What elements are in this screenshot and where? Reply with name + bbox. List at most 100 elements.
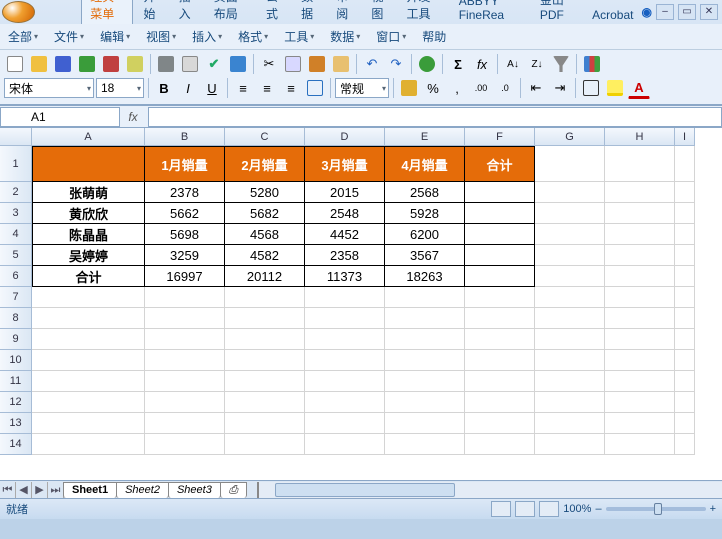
help-icon[interactable]: ◉ bbox=[642, 5, 652, 19]
ribbon-tab[interactable]: 开始 bbox=[135, 0, 168, 24]
sheet-tab[interactable]: Sheet2 bbox=[116, 482, 169, 498]
new-icon[interactable] bbox=[4, 53, 26, 75]
cell[interactable]: 2月销量 bbox=[225, 146, 305, 182]
filter-icon[interactable] bbox=[550, 53, 572, 75]
row-header[interactable]: 2 bbox=[0, 182, 32, 203]
horizontal-scrollbar[interactable] bbox=[257, 482, 722, 498]
cell[interactable] bbox=[605, 266, 675, 287]
cell[interactable] bbox=[305, 308, 385, 329]
sheet-nav-next[interactable]: ▶ bbox=[32, 482, 48, 498]
cell[interactable] bbox=[605, 308, 675, 329]
cell[interactable] bbox=[535, 146, 605, 182]
menu-window[interactable]: 窗口▾ bbox=[372, 26, 410, 47]
cell[interactable] bbox=[465, 203, 535, 224]
cell[interactable]: 黄欣欣 bbox=[32, 203, 145, 224]
sheet-nav-last[interactable]: ⏭ bbox=[48, 482, 64, 498]
column-header[interactable]: D bbox=[305, 128, 385, 146]
save-icon[interactable] bbox=[52, 53, 74, 75]
cell[interactable] bbox=[465, 413, 535, 434]
cell[interactable] bbox=[675, 224, 695, 245]
row-header[interactable]: 11 bbox=[0, 371, 32, 392]
ribbon-tab[interactable]: 页面布局 bbox=[206, 0, 256, 24]
saveas-icon[interactable] bbox=[76, 53, 98, 75]
row-header[interactable]: 8 bbox=[0, 308, 32, 329]
cell[interactable] bbox=[535, 371, 605, 392]
sheet-nav-first[interactable]: ⏮ bbox=[0, 482, 16, 498]
cell[interactable] bbox=[465, 329, 535, 350]
research-icon[interactable] bbox=[227, 53, 249, 75]
column-header[interactable]: C bbox=[225, 128, 305, 146]
cell[interactable]: 合计 bbox=[465, 146, 535, 182]
cell[interactable] bbox=[32, 308, 145, 329]
cell[interactable] bbox=[145, 392, 225, 413]
sort-desc-icon[interactable]: Z↓ bbox=[526, 53, 548, 75]
cell[interactable] bbox=[675, 308, 695, 329]
row-header[interactable]: 10 bbox=[0, 350, 32, 371]
row-header[interactable]: 9 bbox=[0, 329, 32, 350]
cell[interactable] bbox=[305, 392, 385, 413]
cell[interactable] bbox=[675, 245, 695, 266]
menu-view[interactable]: 视图▾ bbox=[142, 26, 180, 47]
zoom-slider[interactable] bbox=[606, 507, 706, 511]
ribbon-tab[interactable]: Acrobat bbox=[584, 6, 641, 24]
cell[interactable] bbox=[535, 287, 605, 308]
increase-decimal-icon[interactable]: .00 bbox=[470, 77, 492, 99]
menu-edit[interactable]: 编辑▾ bbox=[96, 26, 134, 47]
cell[interactable] bbox=[675, 203, 695, 224]
cell[interactable]: 2358 bbox=[305, 245, 385, 266]
cell[interactable] bbox=[675, 350, 695, 371]
menu-file[interactable]: 文件▾ bbox=[50, 26, 88, 47]
cell[interactable] bbox=[145, 329, 225, 350]
currency-icon[interactable] bbox=[398, 77, 420, 99]
cell[interactable] bbox=[465, 266, 535, 287]
cell[interactable]: 2378 bbox=[145, 182, 225, 203]
cell[interactable] bbox=[605, 350, 675, 371]
cell[interactable] bbox=[145, 287, 225, 308]
cell[interactable]: 16997 bbox=[145, 266, 225, 287]
cell[interactable] bbox=[675, 287, 695, 308]
percent-icon[interactable]: % bbox=[422, 77, 444, 99]
cell[interactable]: 2548 bbox=[305, 203, 385, 224]
cell[interactable] bbox=[225, 329, 305, 350]
cell[interactable] bbox=[605, 182, 675, 203]
cell[interactable] bbox=[465, 371, 535, 392]
align-right-icon[interactable]: ≡ bbox=[280, 77, 302, 99]
cell[interactable] bbox=[32, 434, 145, 455]
cell[interactable] bbox=[145, 371, 225, 392]
insert-sheet-icon[interactable]: ⎙ bbox=[220, 482, 247, 498]
cell[interactable] bbox=[225, 434, 305, 455]
merge-center-icon[interactable] bbox=[304, 77, 326, 99]
cell[interactable] bbox=[675, 146, 695, 182]
cell[interactable]: 5928 bbox=[385, 203, 465, 224]
cell[interactable] bbox=[535, 413, 605, 434]
cell[interactable]: 3567 bbox=[385, 245, 465, 266]
cell[interactable] bbox=[225, 350, 305, 371]
column-header[interactable]: E bbox=[385, 128, 465, 146]
cell[interactable] bbox=[465, 182, 535, 203]
cell[interactable] bbox=[225, 371, 305, 392]
row-header[interactable]: 7 bbox=[0, 287, 32, 308]
view-pagebreak-icon[interactable] bbox=[539, 501, 559, 517]
cell[interactable]: 张萌萌 bbox=[32, 182, 145, 203]
cell[interactable] bbox=[32, 146, 145, 182]
minimize-button[interactable]: – bbox=[656, 4, 674, 20]
cell[interactable]: 合计 bbox=[32, 266, 145, 287]
cell[interactable] bbox=[675, 413, 695, 434]
italic-button[interactable]: I bbox=[177, 77, 199, 99]
cell[interactable] bbox=[32, 413, 145, 434]
font-name-combo[interactable]: 宋体▾ bbox=[4, 78, 94, 98]
cell[interactable] bbox=[305, 329, 385, 350]
cell[interactable]: 3259 bbox=[145, 245, 225, 266]
increase-indent-icon[interactable]: ⇥ bbox=[549, 77, 571, 99]
align-left-icon[interactable]: ≡ bbox=[232, 77, 254, 99]
sheet-tab[interactable]: Sheet1 bbox=[63, 482, 117, 498]
insert-function-icon[interactable]: fx bbox=[120, 110, 146, 124]
cell[interactable] bbox=[465, 287, 535, 308]
cell[interactable] bbox=[605, 146, 675, 182]
zoom-in-icon[interactable]: + bbox=[710, 503, 716, 515]
hyperlink-icon[interactable] bbox=[416, 53, 438, 75]
zoom-level[interactable]: 100% bbox=[563, 503, 591, 515]
cell[interactable] bbox=[305, 287, 385, 308]
cell[interactable] bbox=[305, 434, 385, 455]
cell[interactable] bbox=[225, 308, 305, 329]
